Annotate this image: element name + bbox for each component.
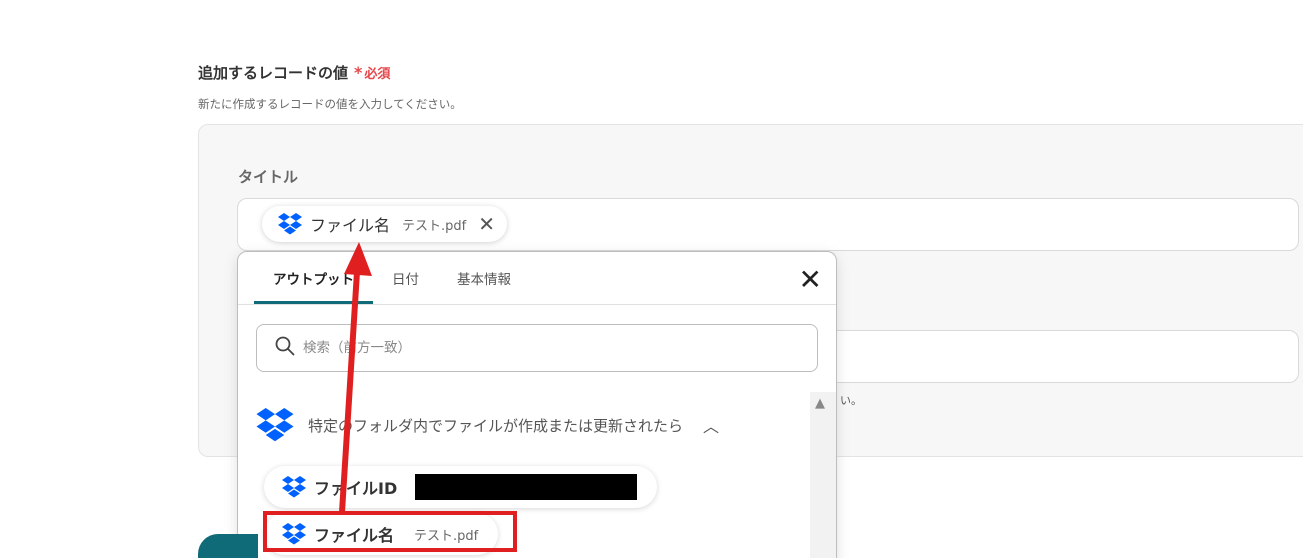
- group-title: 特定のフォルダ内でファイルが作成または更新されたら: [308, 416, 684, 435]
- bottom-action-button[interactable]: [198, 534, 258, 558]
- required-star: *: [354, 63, 363, 82]
- dropbox-icon: [256, 408, 294, 442]
- tab-divider: [238, 304, 836, 305]
- item-value: テスト.pdf: [414, 528, 479, 544]
- output-picker-popup: アウトプット 日付 基本情報 ✕ 特定のフォルダ内でファイルが作成または更新され…: [237, 251, 837, 558]
- dropbox-icon: [278, 213, 302, 235]
- item-name: ファイル名: [314, 526, 395, 545]
- field-hint-text: い。: [840, 394, 862, 407]
- section-title: 追加するレコードの値 * 必須: [198, 62, 390, 83]
- redacted-value: [415, 474, 638, 500]
- dropbox-icon: [282, 523, 306, 545]
- chip-remove-icon[interactable]: ✕: [478, 214, 495, 234]
- required-label: 必須: [364, 67, 391, 82]
- section-description: 新たに作成するレコードの値を入力してください。: [198, 97, 462, 111]
- chip-value: テスト.pdf: [402, 218, 467, 234]
- section-title-text: 追加するレコードの値: [198, 64, 349, 82]
- output-item-file-name[interactable]: ファイル名 テスト.pdf: [264, 513, 499, 555]
- popup-tabs: アウトプット 日付 基本情報: [254, 252, 530, 304]
- title-value-chip[interactable]: ファイル名 テスト.pdf ✕: [262, 206, 507, 242]
- tab-date[interactable]: 日付: [373, 252, 438, 304]
- scroll-up-icon[interactable]: ▲: [815, 396, 825, 411]
- trigger-group-header[interactable]: 特定のフォルダ内でファイルが作成または更新されたら ︿: [256, 408, 719, 442]
- tab-output[interactable]: アウトプット: [254, 252, 373, 304]
- scrollbar[interactable]: ▲: [810, 392, 836, 558]
- chip-name: ファイル名: [310, 216, 391, 235]
- output-item-file-id[interactable]: ファイルID: [264, 466, 658, 508]
- required-badge: * 必須: [354, 63, 390, 82]
- field-label-title: タイトル: [238, 168, 299, 186]
- item-name: ファイルID: [314, 479, 398, 498]
- popup-close-icon[interactable]: ✕: [799, 266, 822, 294]
- search-icon: [275, 336, 295, 360]
- second-input-field[interactable]: [800, 330, 1299, 383]
- search-box[interactable]: [256, 324, 818, 372]
- search-input[interactable]: [303, 340, 783, 356]
- dropbox-icon: [282, 476, 306, 498]
- tab-basic-info[interactable]: 基本情報: [438, 252, 530, 304]
- chevron-up-icon[interactable]: ︿: [703, 413, 719, 437]
